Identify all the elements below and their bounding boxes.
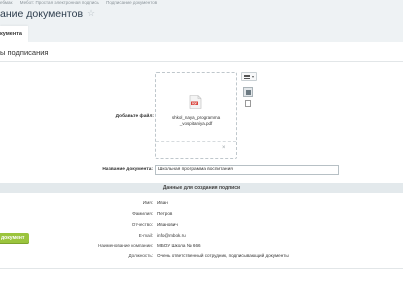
breadcrumb-item[interactable]: Мебот: Простая электронная подпись [20, 0, 99, 5]
position-value: Очень ответственный сотрудник, подписыва… [157, 253, 289, 258]
email-value: info@mbok.ru [157, 233, 186, 238]
last-name-value: Петров [157, 211, 173, 216]
file-name-line2: _vospitaniya.pdf [179, 120, 213, 126]
sign-document-button[interactable]: документ [0, 233, 29, 244]
first-name-label: Имя: [142, 200, 153, 205]
thumbnail-view-icon[interactable] [243, 87, 253, 97]
breadcrumb-item: Подписание документов [106, 0, 158, 5]
main-panel: ы подписания Добавьте файл: PDF shkol_na… [0, 42, 403, 294]
star-icon[interactable]: ☆ [87, 8, 95, 18]
email-label: E-mail: [138, 233, 153, 238]
tab-bar: кумента [0, 26, 403, 42]
page-title-text: ание документов [0, 8, 84, 20]
pdf-badge: PDF [192, 101, 198, 105]
doc-name-input[interactable]: Школьная программа воспитания [155, 165, 339, 175]
document-icon[interactable] [245, 100, 251, 107]
patronymic-label: Отчество: [131, 222, 153, 227]
tab-document[interactable]: кумента [0, 26, 28, 42]
page-title: ание документов ☆ [0, 8, 95, 20]
divider [0, 268, 403, 269]
position-label: Должность: [128, 253, 153, 258]
signature-section-header: Данные для создания подписи [0, 183, 403, 193]
add-file-label: Добавьте файл: [115, 114, 154, 119]
file-name: shkol_naya_programma _vospitaniya.pdf [156, 115, 236, 126]
divider [0, 61, 403, 62]
remove-file-icon[interactable]: × [222, 145, 226, 151]
breadcrumb-item[interactable]: ебмак [0, 0, 13, 5]
chevron-down-icon: ▾ [252, 74, 255, 79]
file-upload-area[interactable]: PDF shkol_naya_programma _vospitaniya.pd… [155, 72, 237, 159]
patronymic-value: Иванович [157, 222, 178, 227]
company-label: Наименование компании: [98, 243, 153, 248]
menu-line-icon [244, 77, 250, 79]
company-value: МБОУ Школа № 666 [157, 243, 201, 248]
first-name-value: Иван [157, 200, 168, 205]
pdf-file-icon: PDF [189, 95, 202, 109]
uploader-divider [156, 141, 236, 143]
section-title: ы подписания [0, 48, 49, 57]
last-name-label: Фамилия: [132, 211, 153, 216]
doc-name-label: Название документа: [102, 167, 153, 172]
view-menu-button[interactable]: ▾ [241, 72, 257, 81]
